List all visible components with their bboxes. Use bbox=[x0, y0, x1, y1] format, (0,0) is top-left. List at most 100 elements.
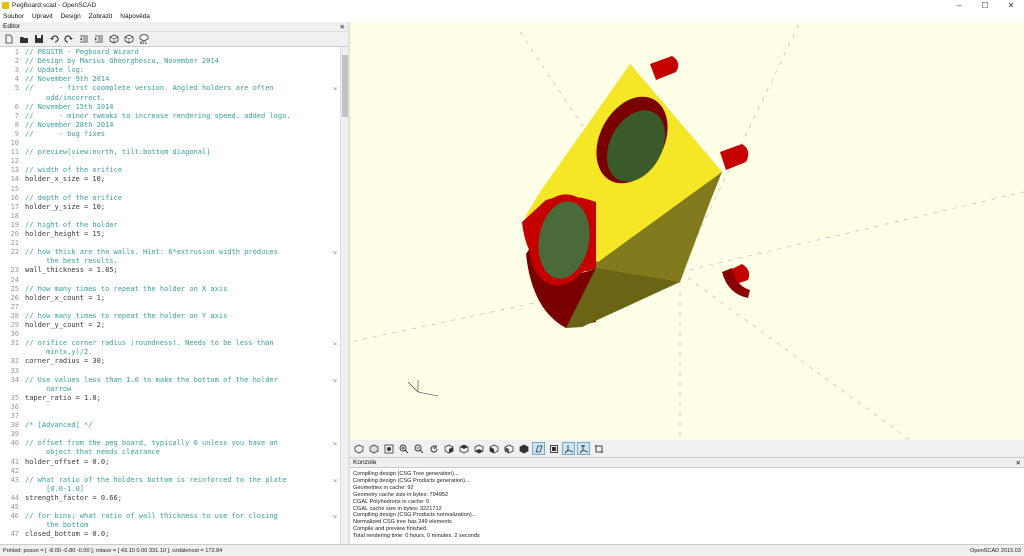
open-file-icon[interactable] bbox=[18, 34, 29, 45]
close-window-button[interactable]: ✕ bbox=[998, 0, 1024, 11]
code-line[interactable]: 41 holder_offset = 0.0; bbox=[0, 458, 340, 467]
zoom-out-icon[interactable] bbox=[413, 443, 424, 454]
zoom-in-icon[interactable] bbox=[398, 443, 409, 454]
code-line[interactable]: 47 closed_bottom = 0.0; bbox=[0, 530, 340, 539]
unindent-icon[interactable] bbox=[78, 34, 89, 45]
view-all-icon[interactable] bbox=[383, 443, 394, 454]
code-line[interactable]: 17 holder_y_size = 10; bbox=[0, 203, 340, 212]
view-left-icon[interactable] bbox=[488, 443, 499, 454]
code-line[interactable]: 27 bbox=[0, 303, 340, 312]
code-line[interactable]: 25 // how many times to repeat the holder… bbox=[0, 285, 340, 294]
code-line[interactable]: 21 bbox=[0, 239, 340, 248]
menu-edit[interactable]: Upravit bbox=[32, 13, 53, 20]
code-editor[interactable]: 1 // PEGSTR - Pegboard Wizard 2 // Design b… bbox=[0, 47, 348, 544]
3d-scene bbox=[350, 22, 1024, 440]
save-icon[interactable] bbox=[33, 34, 44, 45]
code-line[interactable]: 13 // width of the orifice bbox=[0, 166, 340, 175]
editor-close-button[interactable]: ✕ bbox=[340, 23, 345, 31]
reset-view-icon[interactable] bbox=[428, 443, 439, 454]
3d-viewport[interactable] bbox=[350, 22, 1024, 440]
code-line[interactable]: 37 bbox=[0, 412, 340, 421]
code-line[interactable]: 10 bbox=[0, 139, 340, 148]
code-line[interactable]: 9 // - bug fixes bbox=[0, 130, 340, 139]
code-line[interactable]: 42 bbox=[0, 467, 340, 476]
code-line[interactable]: 46 // for bins: what ratio of wall thickn… bbox=[0, 512, 340, 521]
code-line[interactable]: 39 bbox=[0, 430, 340, 439]
view-right-icon[interactable] bbox=[443, 443, 454, 454]
code-line[interactable]: 6 // November 15th 2014 bbox=[0, 103, 340, 112]
editor-panel-title: Editor bbox=[3, 23, 20, 30]
code-line[interactable]: 2 // Design by Marius Gheorghescu, Novemb… bbox=[0, 57, 340, 66]
maximize-button[interactable]: ☐ bbox=[972, 0, 998, 11]
new-file-icon[interactable] bbox=[3, 34, 14, 45]
code-line[interactable]: 15 bbox=[0, 185, 340, 194]
render-icon[interactable] bbox=[368, 443, 379, 454]
preview-icon[interactable] bbox=[108, 34, 119, 45]
code-line[interactable]: 18 bbox=[0, 212, 340, 221]
indent-icon[interactable] bbox=[93, 34, 104, 45]
code-line[interactable]: 43 // what ratio of the holders bottom is… bbox=[0, 476, 340, 485]
code-line[interactable]: 14 holder_x_size = 10; bbox=[0, 175, 340, 184]
perspective-icon[interactable] bbox=[532, 442, 545, 455]
code-line[interactable]: 32 corner_radius = 30; bbox=[0, 357, 340, 366]
view-front-icon[interactable] bbox=[503, 443, 514, 454]
code-line[interactable]: 29 holder_y_count = 2; bbox=[0, 321, 340, 330]
code-line[interactable]: min(x,y)/2. bbox=[0, 348, 340, 357]
code-line[interactable]: 12 bbox=[0, 157, 340, 166]
code-line[interactable]: 34 // Use values less than 1.0 to make th… bbox=[0, 376, 340, 385]
code-line[interactable]: 3 // Update log: bbox=[0, 66, 340, 75]
code-line[interactable]: 35 taper_ratio = 1.0; bbox=[0, 394, 340, 403]
console-close-button[interactable]: ✕ bbox=[1016, 459, 1021, 467]
code-line[interactable]: 28 // how many times to repeat the holder… bbox=[0, 312, 340, 321]
code-line[interactable]: 33 bbox=[0, 367, 340, 376]
code-line[interactable]: 38 /* [Advanced] */ bbox=[0, 421, 340, 430]
code-line[interactable]: 22 // how thick are the walls. Hint: 6*ex… bbox=[0, 248, 340, 257]
view-top-icon[interactable] bbox=[458, 443, 469, 454]
preview-icon[interactable] bbox=[353, 443, 364, 454]
code-line[interactable]: 20 holder_height = 15; bbox=[0, 230, 340, 239]
code-line[interactable]: [0.0-1.0] bbox=[0, 485, 340, 494]
view-bottom-icon[interactable] bbox=[473, 443, 484, 454]
code-line[interactable]: 8 // November 28th 2014 bbox=[0, 121, 340, 130]
render-icon[interactable] bbox=[123, 34, 134, 45]
code-line[interactable]: 26 holder_x_count = 1; bbox=[0, 294, 340, 303]
code-line[interactable]: the bottom bbox=[0, 521, 340, 530]
code-line[interactable]: 19 // hight of the holder bbox=[0, 221, 340, 230]
show-edges-icon[interactable] bbox=[593, 443, 604, 454]
code-line[interactable]: 23 wall_thickness = 1.85; bbox=[0, 266, 340, 275]
code-line[interactable]: 31 // orifice corner radius (roundness). … bbox=[0, 339, 340, 348]
code-line[interactable]: odd/incorrect. bbox=[0, 94, 340, 103]
redo-icon[interactable] bbox=[63, 34, 74, 45]
editor-scrollbar[interactable] bbox=[340, 47, 348, 544]
orthogonal-icon[interactable] bbox=[548, 443, 559, 454]
menu-design[interactable]: Design bbox=[61, 13, 81, 20]
export-stl-icon[interactable]: STL bbox=[138, 33, 149, 45]
menu-help[interactable]: Nápověda bbox=[120, 13, 150, 20]
menu-view[interactable]: Zobrazit bbox=[89, 13, 112, 20]
undo-icon[interactable] bbox=[48, 34, 59, 45]
window-title: PegBoard.scad - OpenSCAD bbox=[12, 2, 97, 9]
code-line[interactable]: 11 // preview[view:north, tilt:bottom dia… bbox=[0, 148, 340, 157]
code-line[interactable]: 24 bbox=[0, 276, 340, 285]
code-line[interactable]: 7 // - minor tweaks to increase rendering… bbox=[0, 112, 340, 121]
code-line[interactable]: 4 // November 9th 2014 bbox=[0, 75, 340, 84]
view-back-icon[interactable] bbox=[518, 443, 529, 454]
code-line[interactable]: 40 // offset from the peg board, typicall… bbox=[0, 439, 340, 448]
code-line[interactable]: object that needs clearance bbox=[0, 448, 340, 457]
code-text: // - first coomplete version. Angled hol… bbox=[25, 84, 274, 93]
minimize-button[interactable]: – bbox=[946, 0, 972, 11]
code-line[interactable]: narrow bbox=[0, 385, 340, 394]
code-line[interactable]: 16 // depth of the orifice bbox=[0, 194, 340, 203]
code-line[interactable]: the best results. bbox=[0, 257, 340, 266]
code-line[interactable]: 36 bbox=[0, 403, 340, 412]
code-line[interactable]: 5 // - first coomplete version. Angled ho… bbox=[0, 84, 340, 93]
code-line[interactable]: 44 strength_factor = 0.66; bbox=[0, 494, 340, 503]
line-number: 6 bbox=[14, 102, 19, 111]
code-line[interactable]: 45 bbox=[0, 503, 340, 512]
wrap-indicator-icon: ⇲ bbox=[333, 249, 337, 257]
show-axes-icon[interactable] bbox=[562, 442, 575, 455]
code-line[interactable]: 1 // PEGSTR - Pegboard Wizard bbox=[0, 48, 340, 57]
menu-file[interactable]: Soubor bbox=[3, 13, 24, 20]
show-scale-icon[interactable] bbox=[577, 442, 590, 455]
code-line[interactable]: 30 bbox=[0, 330, 340, 339]
